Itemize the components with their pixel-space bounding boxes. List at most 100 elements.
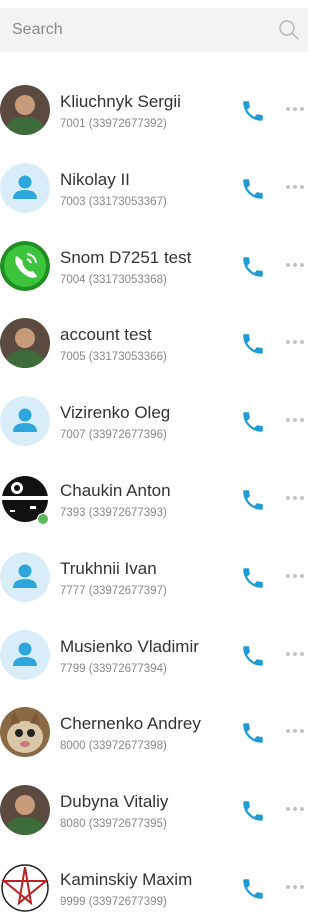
phone-icon	[243, 490, 263, 510]
contact-name: Snom D7251 test	[60, 247, 192, 267]
contact-name: account test	[60, 325, 152, 345]
contact-name: Chaukin Anton	[60, 480, 171, 500]
more-options-button[interactable]	[286, 882, 308, 892]
call-button[interactable]	[240, 409, 266, 435]
dot-icon	[300, 729, 304, 734]
dot-icon	[293, 651, 297, 656]
contact-name: Vizirenko Oleg	[60, 403, 171, 423]
contact-list: Kliuchnyk Sergii 7001 (33972677392) Nikola…	[0, 60, 314, 916]
dot-icon	[293, 262, 297, 267]
contact-row[interactable]: Trukhnii Ivan 7777 (33972677397)	[0, 527, 314, 605]
phone-icon	[243, 334, 263, 355]
dot-icon	[293, 807, 297, 812]
dot-icon	[293, 107, 297, 111]
contact-number: 7003 (33173053367)	[60, 195, 167, 208]
dot-icon	[300, 262, 304, 267]
avatar	[0, 318, 50, 369]
dot-icon	[286, 729, 290, 734]
phone-icon	[243, 101, 263, 121]
dot-icon	[286, 573, 290, 578]
contact-row[interactable]: Kaminskiy Maxim 9999 (33972677399)	[0, 838, 314, 916]
dot-icon	[286, 807, 290, 812]
contact-number: 7799 (33972677394)	[60, 662, 167, 675]
more-options-button[interactable]	[286, 493, 308, 503]
more-options-button[interactable]	[286, 726, 308, 736]
contact-number: 7004 (33173053368)	[60, 273, 167, 286]
call-button[interactable]	[240, 98, 266, 124]
dot-icon	[286, 418, 290, 423]
avatar	[0, 862, 50, 913]
avatar	[0, 629, 50, 680]
contact-name: Chernenko Andrey	[60, 714, 201, 734]
dot-icon	[293, 495, 297, 500]
contact-number: 7777 (33972677397)	[60, 584, 167, 597]
avatar	[0, 240, 50, 291]
phone-icon	[243, 723, 263, 744]
avatar	[0, 551, 50, 602]
search-icon[interactable]	[278, 19, 300, 41]
more-options-button[interactable]	[286, 260, 308, 270]
call-button[interactable]	[240, 487, 266, 513]
more-options-button[interactable]	[286, 415, 308, 425]
avatar	[0, 707, 50, 758]
contact-row[interactable]: Dubyna Vitaliy 8080 (33972677395)	[0, 760, 314, 838]
contact-number: 9999 (33972677399)	[60, 895, 167, 908]
phone-icon	[243, 256, 263, 277]
contact-row[interactable]: Snom D7251 test 7004 (33173053368)	[0, 216, 314, 294]
dot-icon	[286, 651, 290, 656]
search-input[interactable]	[0, 8, 260, 52]
dot-icon	[286, 262, 290, 267]
dot-icon	[300, 884, 304, 889]
dot-icon	[286, 884, 290, 889]
more-options-button[interactable]	[286, 104, 308, 114]
contact-number: 7007 (33972677396)	[60, 429, 167, 442]
dot-icon	[293, 184, 297, 189]
more-options-button[interactable]	[286, 182, 308, 192]
contact-row[interactable]: Chaukin Anton 7393 (33972677393)	[0, 449, 314, 527]
dot-icon	[286, 107, 290, 111]
dot-icon	[293, 884, 297, 889]
contact-row[interactable]: Kliuchnyk Sergii 7001 (33972677392)	[0, 60, 314, 138]
call-button[interactable]	[240, 331, 266, 357]
more-options-button[interactable]	[286, 337, 308, 347]
dot-icon	[286, 184, 290, 189]
more-options-button[interactable]	[286, 571, 308, 581]
contact-row[interactable]: Chernenko Andrey 8000 (33972677398)	[0, 682, 314, 760]
contact-name: Kliuchnyk Sergii	[60, 92, 181, 111]
contact-row[interactable]: Musienko Vladimir 7799 (33972677394)	[0, 605, 314, 683]
contact-name: Kaminskiy Maxim	[60, 869, 193, 889]
call-button[interactable]	[240, 254, 266, 280]
contact-row[interactable]: Vizirenko Oleg 7007 (33972677396)	[0, 371, 314, 449]
contact-name: Trukhnii Ivan	[60, 558, 157, 578]
call-button[interactable]	[240, 643, 266, 669]
call-button[interactable]	[240, 876, 266, 902]
phone-icon	[243, 412, 263, 432]
phone-icon	[243, 179, 263, 199]
contact-name: Nikolay II	[60, 169, 130, 189]
phone-icon	[243, 568, 263, 588]
contact-number: 8000 (33972677398)	[60, 740, 167, 753]
contact-number: 7001 (33972677392)	[60, 118, 167, 130]
contact-name: Musienko Vladimir	[60, 636, 199, 656]
more-options-button[interactable]	[286, 804, 308, 814]
dot-icon	[300, 418, 304, 423]
contact-name: Dubyna Vitaliy	[60, 792, 169, 812]
contact-row[interactable]: Nikolay II 7003 (33173053367)	[0, 138, 314, 216]
call-button[interactable]	[240, 720, 266, 746]
call-button[interactable]	[240, 798, 266, 824]
dot-icon	[300, 573, 304, 578]
phone-icon	[243, 801, 263, 821]
contact-number: 7005 (33173053366)	[60, 351, 167, 364]
more-options-button[interactable]	[286, 649, 308, 659]
contact-number: 7393 (33972677393)	[60, 506, 167, 519]
contact-row[interactable]: account test 7005 (33173053366)	[0, 293, 314, 371]
dot-icon	[300, 107, 304, 111]
dot-icon	[286, 340, 290, 345]
phone-icon	[243, 645, 263, 666]
call-button[interactable]	[240, 565, 266, 591]
dot-icon	[300, 807, 304, 812]
call-button[interactable]	[240, 176, 266, 202]
dot-icon	[300, 495, 304, 500]
avatar	[0, 785, 50, 836]
dot-icon	[293, 573, 297, 578]
